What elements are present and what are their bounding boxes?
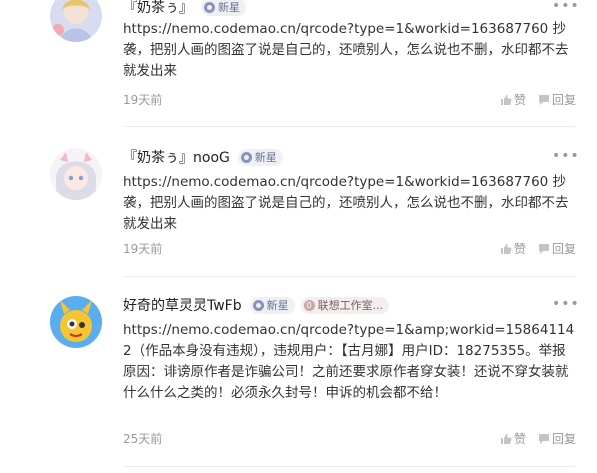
level-badge: 新星 [237,148,283,166]
like-label: 赞 [514,93,527,107]
comment-header: 『奶茶ぅ』 新星 [123,0,246,18]
like-button[interactable]: 赞 [500,430,526,447]
reply-label: 回复 [552,93,577,107]
reply-icon [539,433,550,444]
reply-button[interactable]: 回复 [538,240,576,257]
username[interactable]: 好奇的草灵灵TwFb [123,295,242,315]
comment-actions: 赞 回复 [500,430,576,447]
studio-icon: 0 [303,299,315,311]
more-options-icon[interactable]: ••• [552,148,580,164]
studio-badge[interactable]: 0 联想工作室... [300,296,390,314]
reply-button[interactable]: 回复 [538,91,576,108]
reply-label: 回复 [552,432,577,446]
like-label: 赞 [514,432,527,446]
like-label: 赞 [514,242,527,256]
comment-actions: 赞 回复 [500,91,576,108]
avatar[interactable] [50,296,102,348]
more-options-icon[interactable]: ••• [552,296,580,312]
reply-icon [539,243,550,254]
star-icon [252,299,264,311]
level-badge: 新星 [249,296,295,314]
badge-label: 新星 [254,151,277,164]
comment-text: https://nemo.codemao.cn/qrcode?type=1&am… [123,322,575,401]
reply-label: 回复 [552,242,577,256]
level-badge: 新星 [201,0,246,16]
avatar[interactable] [50,0,102,42]
studio-badge-label: 联想工作室... [317,299,384,312]
star-icon [240,151,252,163]
comment-text: https://nemo.codemao.cn/qrcode?type=1&wo… [123,174,569,232]
divider [123,276,575,277]
badge-label: 新星 [218,1,240,14]
divider [123,466,575,467]
thumbs-up-icon [501,243,512,254]
more-options-icon[interactable]: ••• [552,0,580,14]
thumbs-up-icon [501,94,512,105]
badge-label: 新星 [266,299,289,312]
comment-header: 好奇的草灵灵TwFb 新星 0 联想工作室... [123,294,390,316]
username[interactable]: 『奶茶ぅ』nooG [123,147,230,167]
username[interactable]: 『奶茶ぅ』 [123,0,193,17]
comment-text: https://nemo.codemao.cn/qrcode?type=1&wo… [123,21,569,79]
like-button[interactable]: 赞 [500,240,526,257]
reply-button[interactable]: 回复 [538,430,576,447]
like-button[interactable]: 赞 [500,91,526,108]
divider [123,126,575,127]
reply-icon [539,94,550,105]
comment-actions: 赞 回复 [500,240,576,257]
avatar[interactable] [50,148,102,200]
comment-header: 『奶茶ぅ』nooG 新星 [123,146,283,168]
timestamp: 25天前 [123,432,163,446]
star-icon [204,1,215,13]
thumbs-up-icon [501,433,512,444]
timestamp: 19天前 [123,93,163,107]
timestamp: 19天前 [123,242,163,256]
